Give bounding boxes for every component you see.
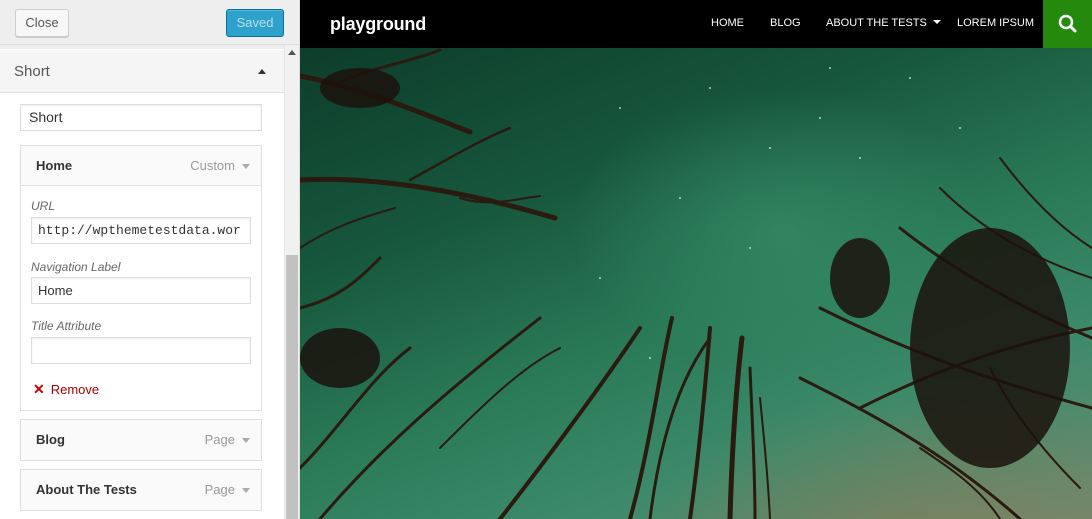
triangle-down-icon[interactable] bbox=[242, 488, 250, 493]
nav-item-about-the-tests[interactable]: ABOUT THE TESTS bbox=[826, 17, 941, 29]
customizer-header: Close Saved bbox=[0, 0, 299, 45]
menu-item-type: Page bbox=[204, 482, 235, 497]
scroll-up-arrow-icon[interactable] bbox=[288, 50, 296, 55]
close-button[interactable]: Close bbox=[15, 9, 69, 37]
site-title[interactable]: playground bbox=[330, 14, 426, 35]
url-field[interactable]: http://wpthemetestdata.wor bbox=[31, 217, 251, 244]
menu-item-home: Home Custom URL http://wpthemetestdata.w… bbox=[20, 145, 262, 411]
search-button[interactable] bbox=[1043, 0, 1092, 48]
triangle-down-icon[interactable] bbox=[242, 164, 250, 169]
title-attribute-label: Title Attribute bbox=[31, 319, 102, 333]
customizer-panel: Short Short Home Custom URL http://wpthe… bbox=[0, 45, 284, 519]
menu-item-title: About The Tests bbox=[36, 482, 137, 497]
triangle-down-icon[interactable] bbox=[242, 438, 250, 443]
menu-item-settings: URL http://wpthemetestdata.wor Navigatio… bbox=[21, 186, 261, 410]
menu-item-type: Custom bbox=[190, 158, 235, 173]
menu-section-header[interactable]: Short bbox=[0, 49, 284, 93]
url-label: URL bbox=[31, 199, 56, 213]
caret-down-icon bbox=[932, 20, 941, 24]
nav-item-label: ABOUT THE TESTS bbox=[826, 17, 927, 29]
menu-item-blog: Blog Page bbox=[20, 419, 262, 461]
menu-item-bar[interactable]: Blog Page bbox=[21, 420, 261, 460]
menu-item-type: Page bbox=[204, 432, 235, 447]
remove-link[interactable]: ✕ Remove bbox=[33, 381, 99, 398]
menu-editor: Short Home Custom URL http://wpthemetest… bbox=[0, 93, 284, 519]
nav-item-lorem-ipsum[interactable]: LOREM IPSUM bbox=[957, 17, 1034, 29]
site-preview: playground HOME BLOG ABOUT THE TESTS LOR… bbox=[300, 0, 1092, 519]
site-header: playground HOME BLOG ABOUT THE TESTS LOR… bbox=[300, 0, 1092, 48]
search-icon bbox=[1058, 14, 1077, 33]
remove-label: Remove bbox=[50, 382, 100, 397]
section-title: Short bbox=[14, 63, 50, 80]
x-icon: ✕ bbox=[33, 381, 45, 397]
tree-silhouettes bbox=[300, 48, 1092, 519]
menu-item-bar[interactable]: Home Custom bbox=[21, 146, 261, 186]
nav-item-blog[interactable]: BLOG bbox=[770, 17, 801, 29]
triangle-up-icon[interactable] bbox=[258, 69, 266, 74]
menu-item-about-the-tests: About The Tests Page bbox=[20, 469, 262, 511]
scrollbar-thumb[interactable] bbox=[286, 255, 298, 519]
menu-name-input[interactable]: Short bbox=[20, 104, 262, 131]
menu-item-bar[interactable]: About The Tests Page bbox=[21, 470, 261, 510]
title-attribute-field[interactable] bbox=[31, 337, 251, 364]
saved-button[interactable]: Saved bbox=[226, 9, 284, 37]
navigation-label-label: Navigation Label bbox=[31, 260, 121, 274]
navigation-label-field[interactable]: Home bbox=[31, 277, 251, 304]
menu-item-title: Home bbox=[36, 158, 73, 173]
nav-item-home[interactable]: HOME bbox=[711, 17, 744, 29]
sidebar-scrollbar[interactable] bbox=[284, 45, 299, 519]
customizer-sidebar: Close Saved Short Short Home Custom URL … bbox=[0, 0, 300, 519]
menu-item-title: Blog bbox=[36, 432, 65, 447]
featured-image-aurora-trees bbox=[300, 48, 1092, 519]
